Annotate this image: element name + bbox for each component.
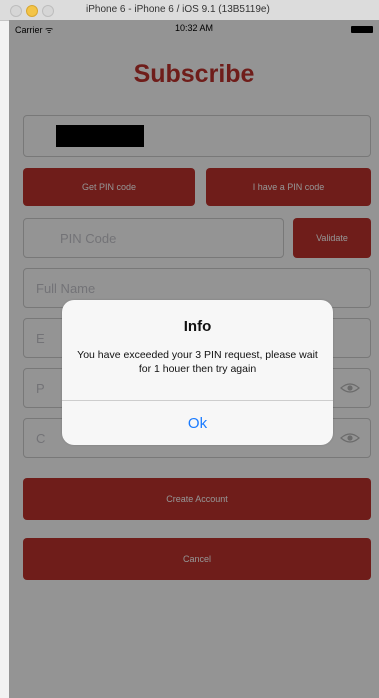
window-maximize-button[interactable] <box>42 5 54 17</box>
window-minimize-button[interactable] <box>26 5 38 17</box>
window-close-button[interactable] <box>10 5 22 17</box>
simulator-window-title: iPhone 6 - iPhone 6 / iOS 9.1 (13B5119e) <box>86 4 270 15</box>
simulator-title-bar: iPhone 6 - iPhone 6 / iOS 9.1 (13B5119e) <box>0 0 379 21</box>
alert-ok-button[interactable]: Ok <box>62 401 333 445</box>
info-alert: Info You have exceeded your 3 PIN reques… <box>62 300 333 445</box>
alert-message: You have exceeded your 3 PIN request, pl… <box>77 349 318 375</box>
device-screen: Carrier ᯤ 10:32 AM Subscribe Get PIN cod… <box>9 20 379 698</box>
alert-title: Info <box>183 318 212 335</box>
